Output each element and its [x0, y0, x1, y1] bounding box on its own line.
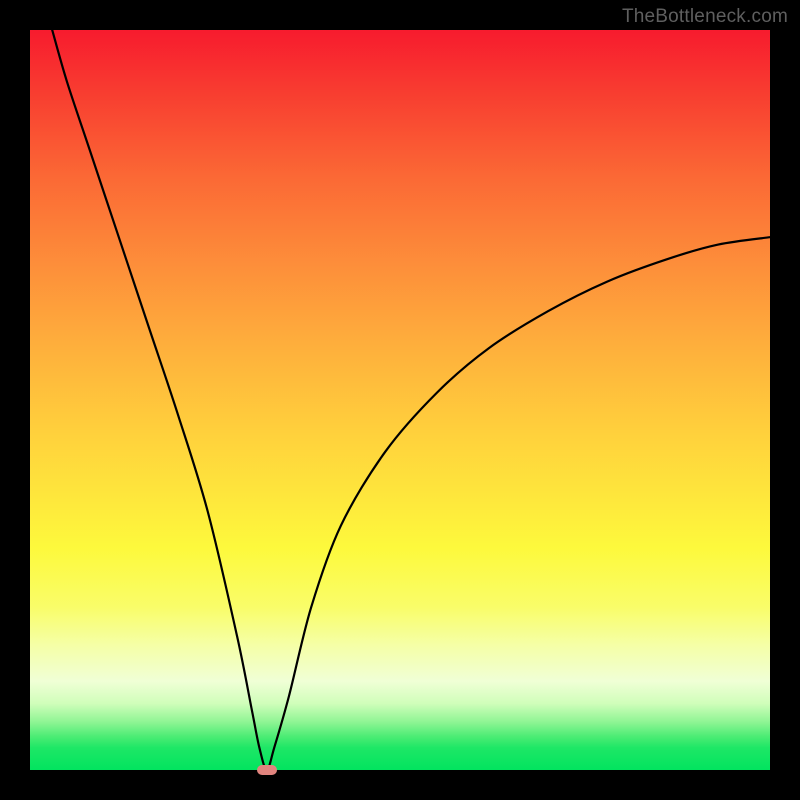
plot-area	[30, 30, 770, 770]
curve-svg	[30, 30, 770, 770]
watermark-text: TheBottleneck.com	[622, 6, 788, 28]
minimum-marker	[257, 765, 277, 775]
bottleneck-curve-path	[52, 30, 770, 770]
